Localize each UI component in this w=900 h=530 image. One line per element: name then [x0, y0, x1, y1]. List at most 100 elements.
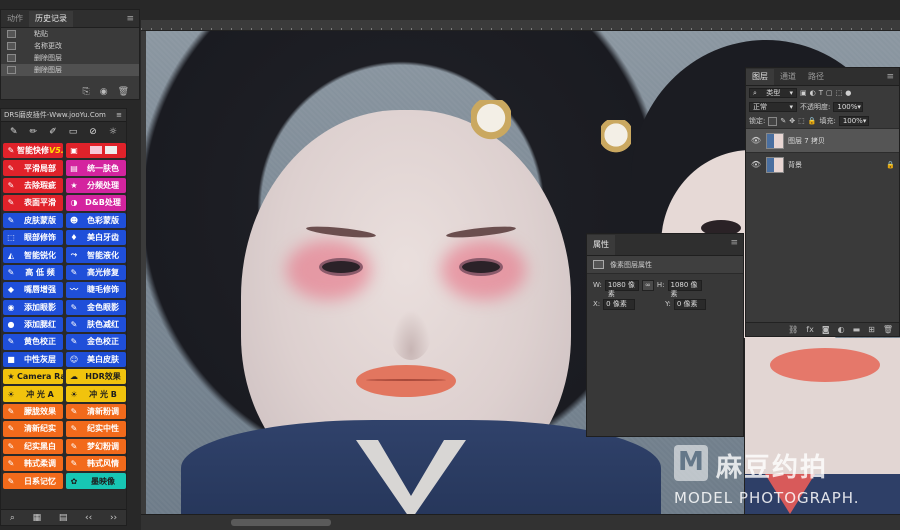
drs-button[interactable]: ✎ 去除瑕疵: [3, 177, 63, 194]
new-document-icon[interactable]: ⎘: [83, 87, 90, 97]
history-item[interactable]: 粘贴: [1, 28, 139, 40]
height-field[interactable]: 1080 像素: [667, 279, 702, 298]
panel-menu-icon[interactable]: ≡: [116, 109, 122, 122]
adjustment-icon[interactable]: ◐: [838, 325, 845, 334]
next-icon[interactable]: ››: [110, 513, 117, 523]
drs-button[interactable]: ✎ 皮肤蒙版: [3, 212, 63, 228]
drs-button[interactable]: ★ 分频处理: [66, 177, 126, 194]
link-icon[interactable]: ⛓: [788, 325, 798, 334]
horizontal-scrollbar[interactable]: [141, 514, 900, 530]
opacity-input[interactable]: 100% ▾: [833, 102, 864, 112]
drs-button[interactable]: ⤳ 智能液化: [66, 247, 126, 263]
drs-button[interactable]: ✎ 韩式风情: [66, 456, 126, 472]
history-item-selected[interactable]: 删除图层: [1, 64, 139, 76]
fx-icon[interactable]: fx: [806, 325, 814, 334]
drs-button[interactable]: ◑ D&B处理: [66, 195, 126, 211]
shape-filter-icon[interactable]: ▢: [826, 89, 833, 97]
history-item[interactable]: 名称更改: [1, 40, 139, 52]
drs-button[interactable]: ★Camera Raw: [3, 369, 63, 385]
drs-button[interactable]: 〰睫毛修饰: [66, 282, 126, 298]
tab-history[interactable]: 历史记录: [29, 11, 73, 27]
lock-all-icon[interactable]: 🔒: [808, 117, 817, 125]
drs-button[interactable]: ✎ 平滑局部: [3, 160, 63, 176]
drs-button[interactable]: ✎ 清新纪实: [3, 421, 63, 437]
folder-icon[interactable]: ▬: [853, 325, 861, 334]
drs-button[interactable]: ☻ 色彩蒙版: [66, 212, 126, 228]
layer-row[interactable]: 👁 背景 🔒: [746, 152, 899, 176]
drs-button[interactable]: ♦ 美白牙齿: [66, 229, 126, 246]
drs-button[interactable]: ◉ 添加眼影: [3, 299, 63, 315]
drs-button[interactable]: ■ 中性灰层: [3, 351, 63, 368]
history-item[interactable]: 删除图层: [1, 52, 139, 64]
y-field[interactable]: 0 像素: [673, 298, 706, 310]
lock-artboard-icon[interactable]: ⬚: [798, 117, 805, 125]
drs-button[interactable]: ✎ 纪实中性: [66, 421, 126, 437]
panel-menu-icon[interactable]: ≡: [886, 72, 894, 82]
layer-filter-select[interactable]: ⌕ 类型 ▾: [749, 88, 797, 98]
rect-icon[interactable]: ▭: [69, 127, 78, 137]
mask-icon[interactable]: ◙: [822, 325, 830, 334]
layer-row-selected[interactable]: 👁 图层 7 拷贝: [746, 128, 899, 152]
drs-button[interactable]: ▣: [66, 143, 126, 159]
drs-button[interactable]: ✎ 黄色校正: [3, 334, 63, 350]
tab-channels[interactable]: 通道: [774, 69, 802, 85]
drs-button[interactable]: ● 添加腮红: [3, 316, 63, 333]
drs-button[interactable]: ✿ 墨映像: [66, 473, 126, 489]
drs-button[interactable]: ✎ 梦幻粉调: [66, 438, 126, 455]
panel-menu-icon[interactable]: ≡: [730, 238, 738, 248]
scrollbar-thumb[interactable]: [231, 519, 331, 526]
drs-button[interactable]: ⬚ 眼部修饰: [3, 229, 63, 246]
tab-actions[interactable]: 动作: [1, 11, 29, 27]
tab-properties[interactable]: 属性: [587, 235, 615, 255]
pixel-filter-icon[interactable]: ▣: [800, 89, 807, 97]
drs-button[interactable]: ☁ HDR效果: [66, 369, 126, 385]
trash-icon[interactable]: 🗑: [883, 325, 893, 334]
eraser-icon[interactable]: ✐: [49, 127, 57, 137]
lock-position-icon[interactable]: ✥: [789, 117, 795, 125]
drs-button[interactable]: ✎ 高 低 频: [3, 264, 63, 281]
tab-paths[interactable]: 路径: [802, 69, 830, 85]
drs-button[interactable]: ✎ 高光修复: [66, 264, 126, 281]
panel-menu-icon[interactable]: ≡: [126, 14, 134, 24]
filter-toggle-icon[interactable]: ●: [845, 89, 851, 97]
trash-icon[interactable]: 🗑: [118, 87, 129, 97]
ruler-horizontal[interactable]: [141, 20, 900, 31]
adjust-filter-icon[interactable]: ◐: [810, 89, 816, 97]
drs-button[interactable]: ✎ 韩式柔调: [3, 456, 63, 472]
drs-button[interactable]: ▤ 统一肤色: [66, 160, 126, 176]
brush-icon[interactable]: ✎: [10, 127, 18, 137]
drs-button[interactable]: ✎ 日系记忆: [3, 473, 63, 489]
sun-icon[interactable]: ☼: [109, 127, 117, 137]
drs-button[interactable]: ☀ 冲 光 A: [3, 386, 63, 402]
drs-button[interactable]: ✎智能快修V5.0: [3, 143, 63, 159]
drs-button[interactable]: ☺ 美白皮肤: [66, 351, 126, 368]
smart-filter-icon[interactable]: ⬚: [836, 89, 843, 97]
search-icon[interactable]: ⌕: [10, 513, 15, 523]
drs-button[interactable]: ✎ 金色眼影: [66, 299, 126, 315]
drs-button[interactable]: ✎ 金色校正: [66, 334, 126, 350]
ruler-icon[interactable]: ✏: [30, 127, 38, 137]
drs-button[interactable]: ✎ 纪实黑白: [3, 438, 63, 455]
prev-icon[interactable]: ‹‹: [85, 513, 92, 523]
drs-button[interactable]: ✎ 朦胧效果: [3, 403, 63, 420]
ruler-vertical[interactable]: [141, 31, 146, 514]
drs-button[interactable]: ☀ 冲 光 B: [66, 386, 126, 402]
grid-icon[interactable]: ▤: [59, 513, 68, 523]
drs-button[interactable]: ✎ 清新粉调: [66, 403, 126, 420]
bandaid-icon[interactable]: ⊘: [89, 127, 97, 137]
type-filter-icon[interactable]: T: [819, 89, 823, 97]
lock-pixels-icon[interactable]: ✎: [780, 117, 786, 125]
tab-layers[interactable]: 图层: [746, 69, 774, 85]
visibility-eye-icon[interactable]: 👁: [750, 136, 762, 145]
blend-mode-select[interactable]: 正常 ▾: [749, 102, 797, 112]
drs-button[interactable]: ✎ 表面平滑: [3, 195, 63, 211]
snapshot-icon[interactable]: ◉: [100, 87, 108, 97]
new-layer-icon[interactable]: ⊞: [868, 325, 875, 334]
drs-button[interactable]: ✎ 肤色减红: [66, 316, 126, 333]
drs-button[interactable]: ◭ 智能锐化: [3, 247, 63, 263]
fill-input[interactable]: 100% ▾: [838, 116, 869, 126]
film-icon[interactable]: ▦: [33, 513, 42, 523]
drs-button[interactable]: ◆ 嘴唇增强: [3, 282, 63, 298]
lock-transparent-icon[interactable]: [768, 116, 778, 126]
width-field[interactable]: 1080 像素: [604, 279, 639, 298]
